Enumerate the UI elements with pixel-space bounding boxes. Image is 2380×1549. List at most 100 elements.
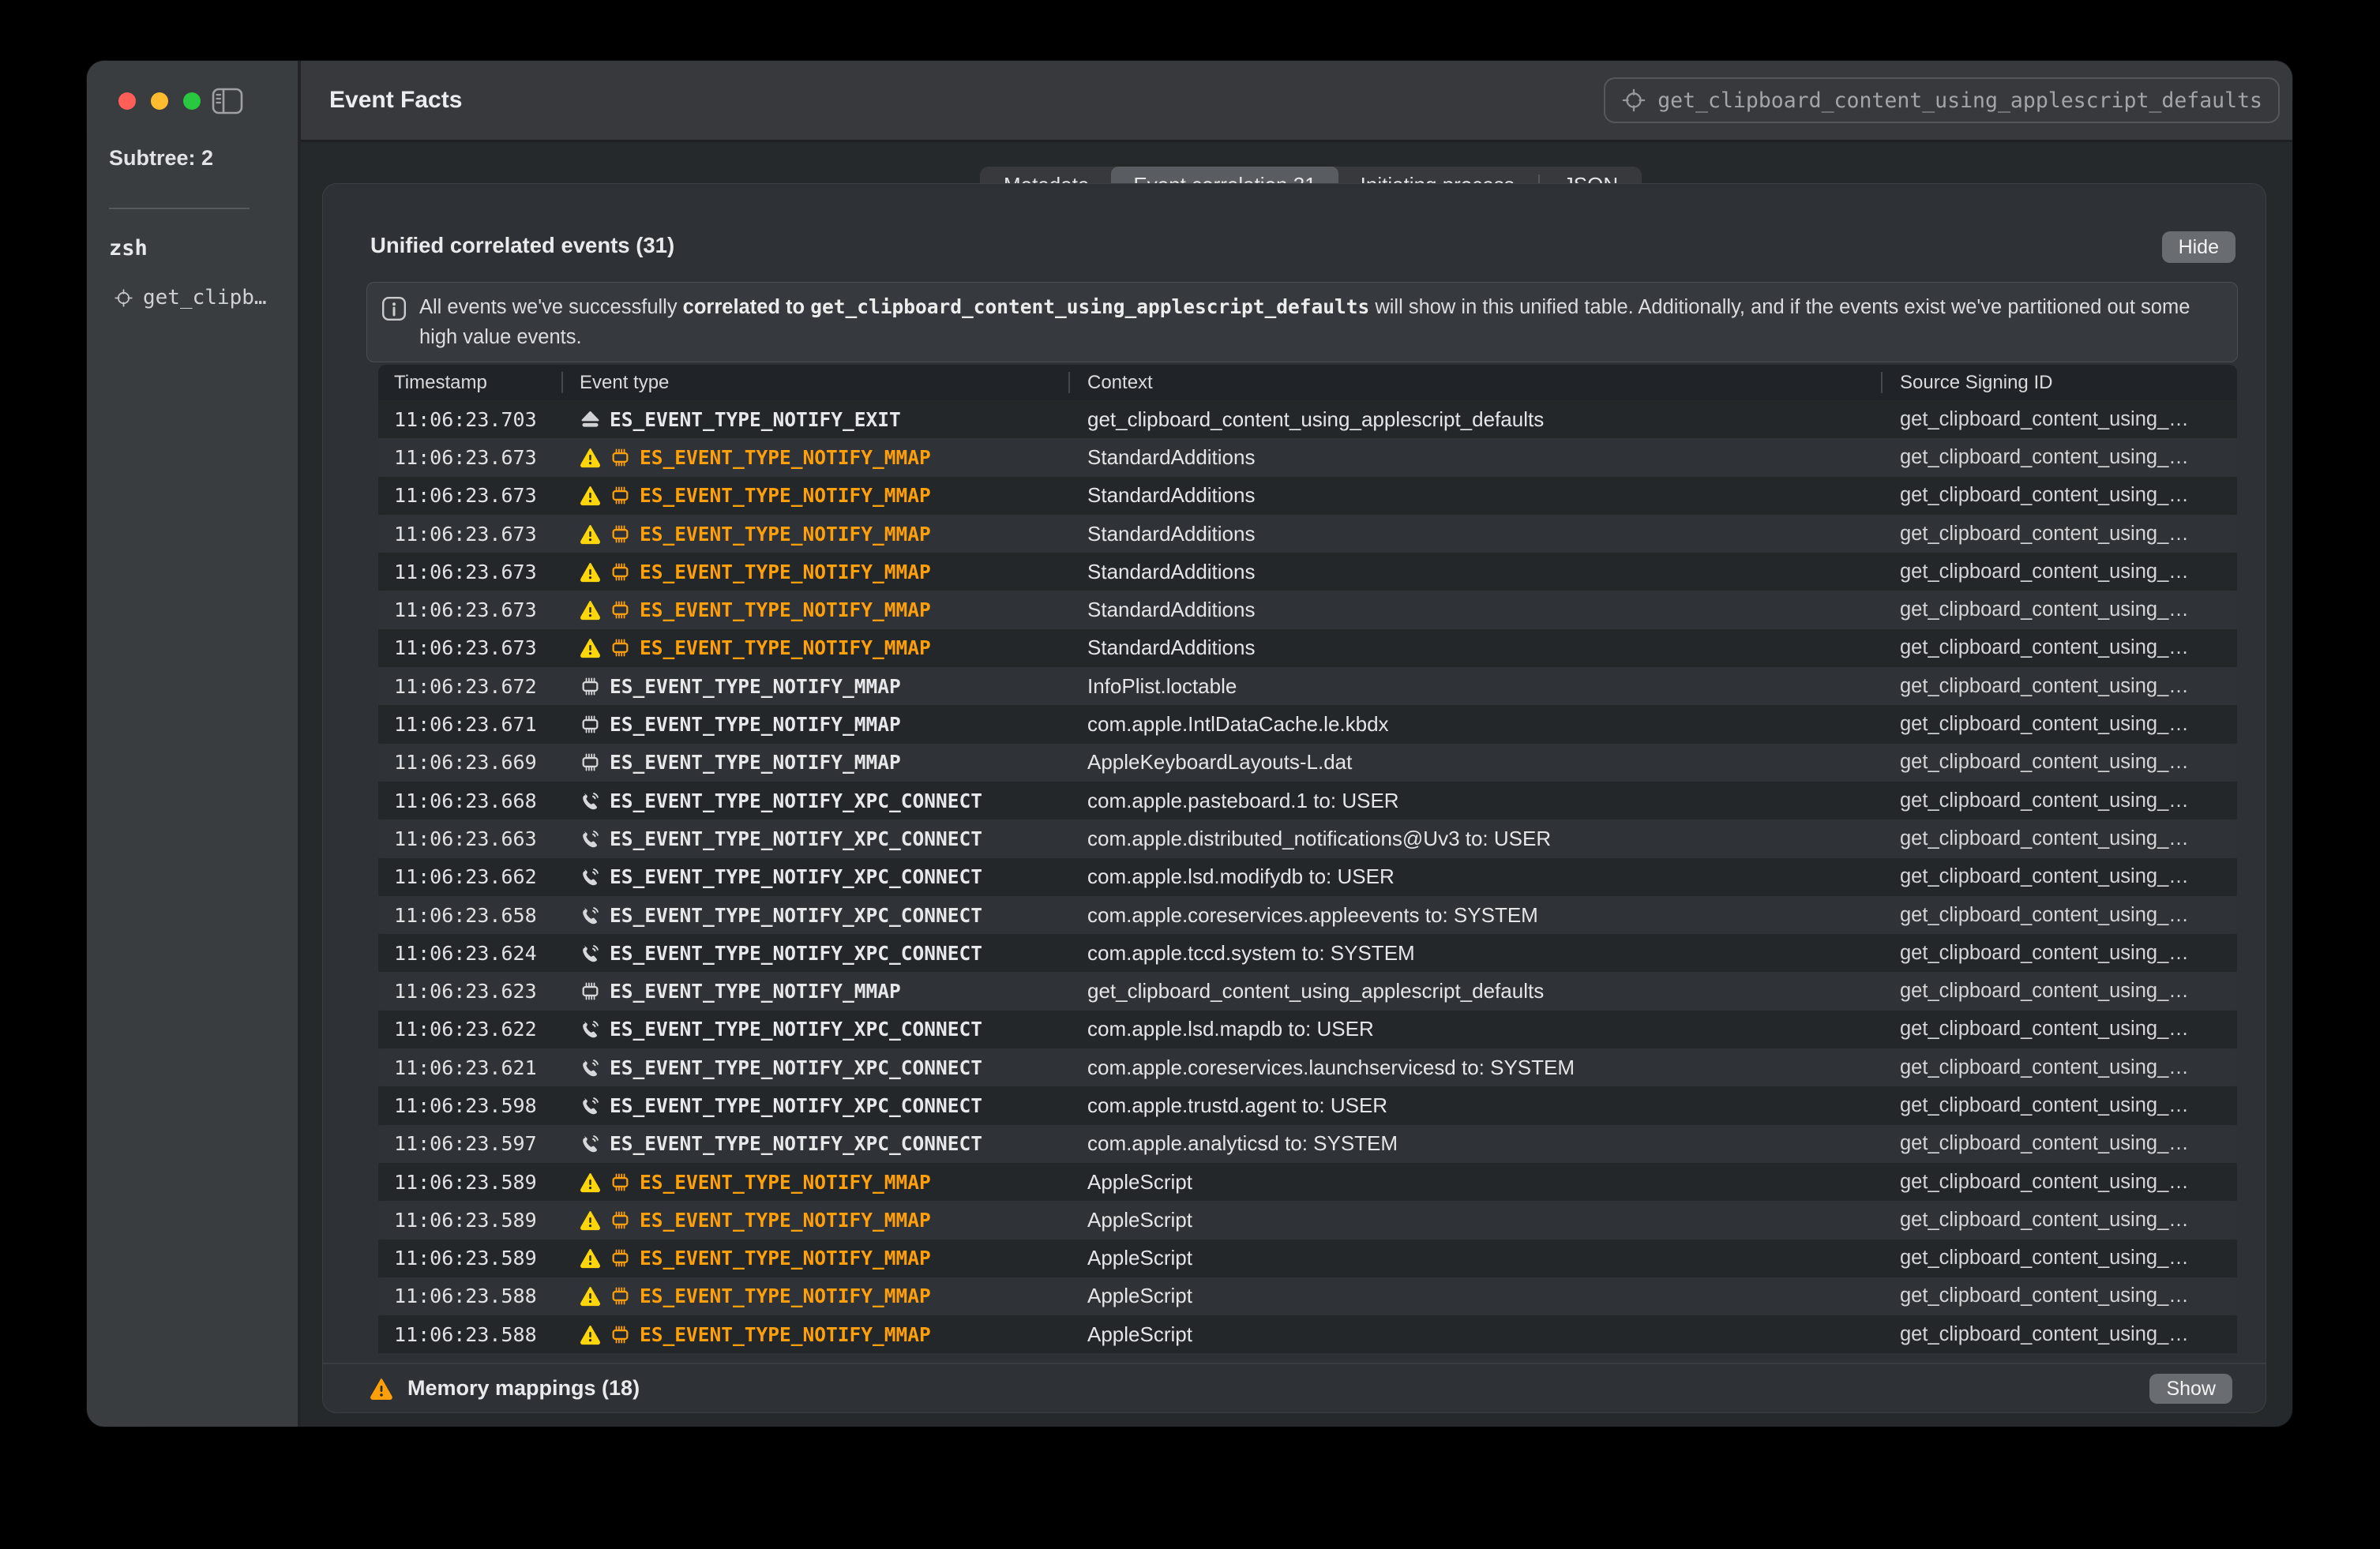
table-row[interactable]: 11:06:23.588 ES_EVENT_TYPE_NOTIFY_MMAP A… <box>378 1315 2237 1353</box>
event-type-icons <box>580 1133 601 1154</box>
process-badge[interactable]: get_clipboard_content_using_applescript_… <box>1604 77 2280 123</box>
event-type-label: ES_EVENT_TYPE_NOTIFY_MMAP <box>640 484 931 507</box>
cell-event-type: ES_EVENT_TYPE_NOTIFY_MMAP <box>561 561 1068 583</box>
cell-timestamp: 11:06:23.589 <box>378 1209 561 1232</box>
cell-context: AppleScript <box>1068 1208 1881 1232</box>
zoom-button[interactable] <box>183 92 201 110</box>
event-type-icons <box>580 790 601 812</box>
event-type-icons <box>580 752 601 773</box>
cell-timestamp: 11:06:23.668 <box>378 790 561 812</box>
show-button[interactable]: Show <box>2149 1374 2232 1404</box>
cell-event-type: ES_EVENT_TYPE_NOTIFY_MMAP <box>561 1209 1068 1232</box>
cell-source-signing-id: get_clipboard_content_using_… <box>1881 675 2237 698</box>
event-type-label: ES_EVENT_TYPE_NOTIFY_MMAP <box>640 636 931 659</box>
table-row[interactable]: 11:06:23.623 ES_EVENT_TYPE_NOTIFY_MMAP g… <box>378 972 2237 1010</box>
table-row[interactable]: 11:06:23.673 ES_EVENT_TYPE_NOTIFY_MMAP S… <box>378 515 2237 553</box>
close-button[interactable] <box>118 92 136 110</box>
event-type-label: ES_EVENT_TYPE_NOTIFY_MMAP <box>640 1285 931 1307</box>
table-row[interactable]: 11:06:23.622 ES_EVENT_TYPE_NOTIFY_XPC_CO… <box>378 1011 2237 1048</box>
table-row[interactable]: 11:06:23.673 ES_EVENT_TYPE_NOTIFY_MMAP S… <box>378 553 2237 591</box>
column-header-context: Context <box>1068 365 1881 400</box>
table-row[interactable]: 11:06:23.668 ES_EVENT_TYPE_NOTIFY_XPC_CO… <box>378 782 2237 820</box>
cell-timestamp: 11:06:23.671 <box>378 713 561 736</box>
table-row[interactable]: 11:06:23.662 ES_EVENT_TYPE_NOTIFY_XPC_CO… <box>378 858 2237 896</box>
warning-icon <box>580 1324 601 1345</box>
phone-icon <box>580 1133 601 1154</box>
memory-chip-icon <box>610 485 631 506</box>
cell-timestamp: 11:06:23.673 <box>378 598 561 621</box>
event-type-icons <box>580 1324 631 1345</box>
cell-event-type: ES_EVENT_TYPE_NOTIFY_MMAP <box>561 675 1068 698</box>
cell-source-signing-id: get_clipboard_content_using_… <box>1881 1056 2237 1079</box>
table-row[interactable]: 11:06:23.673 ES_EVENT_TYPE_NOTIFY_MMAP S… <box>378 629 2237 667</box>
table-row[interactable]: 11:06:23.658 ES_EVENT_TYPE_NOTIFY_XPC_CO… <box>378 896 2237 934</box>
table-row[interactable]: 11:06:23.621 ES_EVENT_TYPE_NOTIFY_XPC_CO… <box>378 1048 2237 1086</box>
memory-mappings-bar: Memory mappings (18) Show <box>323 1363 2266 1412</box>
warning-icon <box>580 637 601 658</box>
cell-timestamp: 11:06:23.621 <box>378 1056 561 1079</box>
cell-timestamp: 11:06:23.589 <box>378 1171 561 1194</box>
table-row[interactable]: 11:06:23.673 ES_EVENT_TYPE_NOTIFY_MMAP S… <box>378 477 2237 515</box>
phone-icon <box>580 866 601 887</box>
event-type-icons <box>580 1247 631 1269</box>
cell-timestamp: 11:06:23.673 <box>378 561 561 583</box>
table-row[interactable]: 11:06:23.669 ES_EVENT_TYPE_NOTIFY_MMAP A… <box>378 744 2237 782</box>
warning-icon <box>580 599 601 621</box>
cell-source-signing-id: get_clipboard_content_using_… <box>1881 713 2237 736</box>
cell-timestamp: 11:06:23.597 <box>378 1132 561 1155</box>
table-row[interactable]: 11:06:23.589 ES_EVENT_TYPE_NOTIFY_MMAP A… <box>378 1163 2237 1201</box>
event-facts-window: Subtree: 2 zsh get_clipb… Event Facts <box>87 61 2292 1427</box>
cell-timestamp: 11:06:23.662 <box>378 865 561 888</box>
table-row[interactable]: 11:06:23.598 ES_EVENT_TYPE_NOTIFY_XPC_CO… <box>378 1086 2237 1124</box>
sidebar-toggle-icon[interactable] <box>212 88 243 114</box>
cell-timestamp: 11:06:23.589 <box>378 1247 561 1270</box>
table-row[interactable]: 11:06:23.588 ES_EVENT_TYPE_NOTIFY_MMAP A… <box>378 1277 2237 1315</box>
table-row[interactable]: 11:06:23.589 ES_EVENT_TYPE_NOTIFY_MMAP A… <box>378 1240 2237 1277</box>
hide-button[interactable]: Hide <box>2162 231 2235 263</box>
sidebar-subtree-label: Subtree: 2 <box>109 146 213 171</box>
cell-context: StandardAdditions <box>1068 636 1881 660</box>
cell-source-signing-id: get_clipboard_content_using_… <box>1881 523 2237 546</box>
table-row[interactable]: 11:06:23.597 ES_EVENT_TYPE_NOTIFY_XPC_CO… <box>378 1125 2237 1163</box>
warning-icon <box>580 561 601 583</box>
sidebar-item-label: get_clipb… <box>143 286 267 309</box>
cell-timestamp: 11:06:23.623 <box>378 980 561 1003</box>
cell-event-type: ES_EVENT_TYPE_NOTIFY_MMAP <box>561 636 1068 659</box>
event-type-label: ES_EVENT_TYPE_NOTIFY_MMAP <box>640 446 931 469</box>
cell-source-signing-id: get_clipboard_content_using_… <box>1881 904 2237 927</box>
cell-timestamp: 11:06:23.622 <box>378 1018 561 1041</box>
memory-chip-icon <box>610 1210 631 1231</box>
event-type-label: ES_EVENT_TYPE_NOTIFY_MMAP <box>610 980 901 1003</box>
table-row[interactable]: 11:06:23.589 ES_EVENT_TYPE_NOTIFY_MMAP A… <box>378 1201 2237 1239</box>
cell-timestamp: 11:06:23.663 <box>378 827 561 850</box>
event-type-icons <box>580 561 631 583</box>
cell-context: AppleScript <box>1068 1284 1881 1308</box>
cell-context: StandardAdditions <box>1068 483 1881 508</box>
sidebar-item-get-clipboard[interactable]: get_clipb… <box>114 284 267 311</box>
cell-event-type: ES_EVENT_TYPE_NOTIFY_XPC_CONNECT <box>561 1056 1068 1079</box>
table-row[interactable]: 11:06:23.673 ES_EVENT_TYPE_NOTIFY_MMAP S… <box>378 591 2237 628</box>
cell-context: com.apple.tccd.system to: SYSTEM <box>1068 941 1881 966</box>
event-type-icons <box>580 714 601 735</box>
table-row[interactable]: 11:06:23.624 ES_EVENT_TYPE_NOTIFY_XPC_CO… <box>378 934 2237 972</box>
table-row[interactable]: 11:06:23.663 ES_EVENT_TYPE_NOTIFY_XPC_CO… <box>378 820 2237 857</box>
event-type-label: ES_EVENT_TYPE_NOTIFY_EXIT <box>610 408 901 431</box>
phone-icon <box>580 1095 601 1116</box>
table-row[interactable]: 11:06:23.671 ES_EVENT_TYPE_NOTIFY_MMAP c… <box>378 705 2237 743</box>
cell-event-type: ES_EVENT_TYPE_NOTIFY_MMAP <box>561 1247 1068 1270</box>
table-row[interactable]: 11:06:23.673 ES_EVENT_TYPE_NOTIFY_MMAP S… <box>378 438 2237 476</box>
info-icon <box>381 296 407 321</box>
memory-chip-icon <box>610 523 631 545</box>
sidebar-item-zsh[interactable]: zsh <box>109 236 148 261</box>
page-title: Event Facts <box>329 61 462 140</box>
minimize-button[interactable] <box>151 92 168 110</box>
table-row[interactable]: 11:06:23.703 ES_EVENT_TYPE_NOTIFY_EXIT g… <box>378 400 2237 438</box>
traffic-lights <box>118 92 201 110</box>
cell-event-type: ES_EVENT_TYPE_NOTIFY_MMAP <box>561 484 1068 507</box>
table-row[interactable]: 11:06:23.672 ES_EVENT_TYPE_NOTIFY_MMAP I… <box>378 667 2237 705</box>
cell-source-signing-id: get_clipboard_content_using_… <box>1881 827 2237 850</box>
cell-source-signing-id: get_clipboard_content_using_… <box>1881 636 2237 659</box>
cell-context: com.apple.pasteboard.1 to: USER <box>1068 789 1881 813</box>
event-type-label: ES_EVENT_TYPE_NOTIFY_XPC_CONNECT <box>610 904 982 927</box>
cell-context: get_clipboard_content_using_applescript_… <box>1068 979 1881 1003</box>
